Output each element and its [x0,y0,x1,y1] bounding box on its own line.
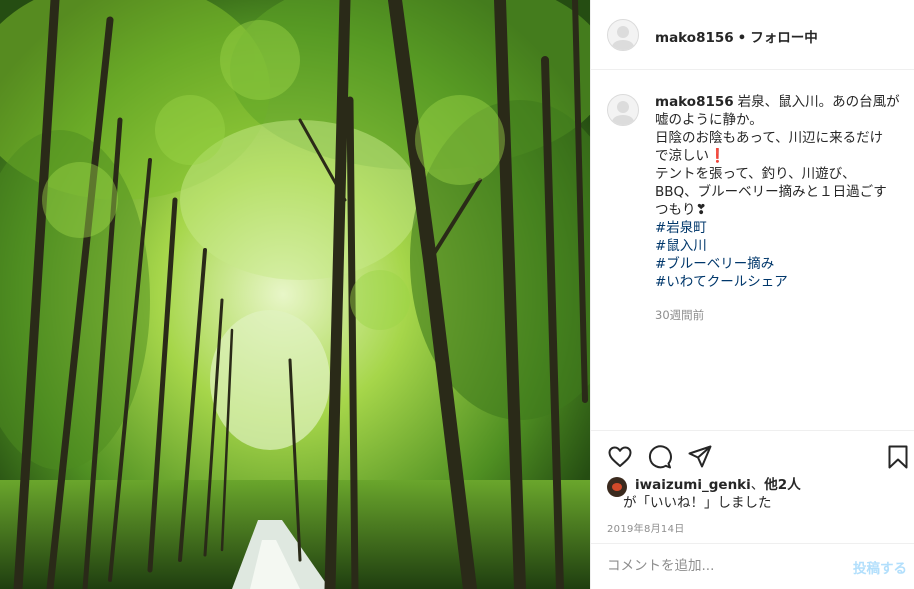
caption-line: 日陰のお陰もあって、川辺に来るだけ [655,130,884,146]
caption-line: 嘘のように静か。 [655,112,763,128]
comment-icon[interactable] [647,444,673,470]
hashtag-link[interactable]: #ブルーベリー摘み [655,255,901,273]
hashtag-link[interactable]: #いわてクールシェア [655,273,901,291]
post-date[interactable]: 2019年8月14日 [607,520,685,535]
separator-dot: • [737,30,747,46]
forest-image [0,0,590,589]
likes-separator: 、 [750,477,765,493]
caption-time-ago[interactable]: 30週間前 [655,307,704,323]
caption-line: で涼しい [655,148,709,164]
post-photo[interactable] [0,0,590,589]
paper-plane-icon[interactable] [687,444,713,470]
action-bar [591,430,914,480]
likes-others-link[interactable]: 他2人 [764,477,800,493]
bookmark-icon[interactable] [885,444,911,470]
comment-input[interactable] [607,554,837,578]
caption-line: BBQ、ブルーベリー摘みと１日過ごす [655,184,887,200]
caption-avatar[interactable] [607,94,639,126]
post-comment-button[interactable]: 投稿する [853,557,907,577]
hashtag-link[interactable]: #岩泉町 [655,219,901,237]
caption-line: テントを張って、釣り、川遊び、 [655,166,856,182]
caption-username[interactable]: mako8156 [655,94,734,110]
follow-status[interactable]: フォロー中 [750,30,818,46]
author-avatar[interactable] [607,19,639,51]
comment-bar: 投稿する [591,543,914,589]
caption-line: つもり❣ [655,202,707,218]
heart-icon[interactable] [607,444,633,470]
post-header: mako8156 • フォロー中 [591,0,914,70]
exclamation-emoji: ❗ [709,148,726,164]
hashtag-link[interactable]: #鼠入川 [655,237,901,255]
caption-line: 岩泉、鼠入川。あの台風が [737,94,900,110]
post-panel: mako8156 • フォロー中 mako8156 岩泉、鼠入川。あの台風が 嘘のよう… [590,0,914,589]
liker-username[interactable]: iwaizumi_genki [635,477,751,493]
author-username[interactable]: mako8156 [655,30,734,46]
header-text: mako8156 • フォロー中 [655,26,818,46]
post-caption: mako8156 岩泉、鼠入川。あの台風が 嘘のように静か。 日陰のお陰もあって、… [655,93,901,291]
likes-text: が「いいね！」しました [623,495,772,511]
